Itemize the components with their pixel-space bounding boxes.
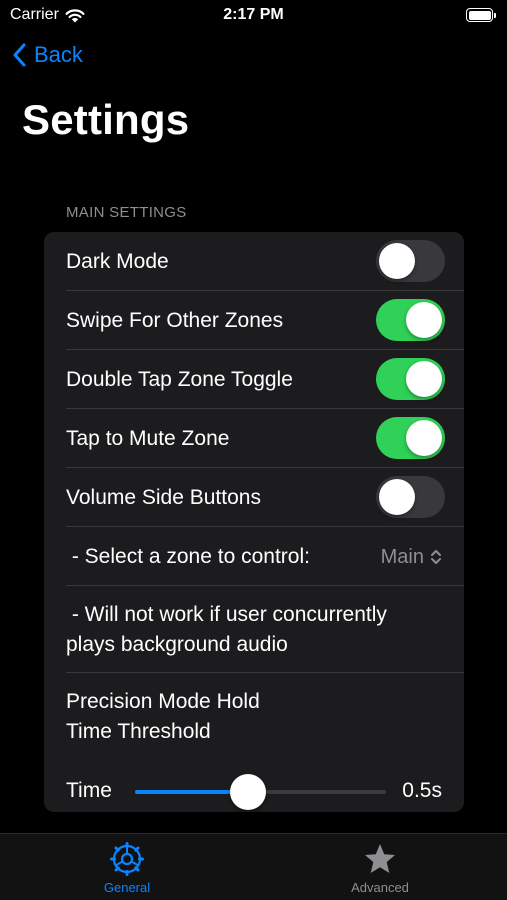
note-line-2: plays background audio [66, 633, 288, 656]
swipe-zones-toggle[interactable] [376, 299, 445, 341]
dark-mode-toggle[interactable] [376, 240, 445, 282]
zone-picker[interactable]: Main [381, 542, 442, 572]
status-bar: Carrier 2:17 PM [0, 0, 507, 34]
dark-mode-row: Dark Mode [44, 232, 464, 291]
dark-mode-label: Dark Mode [66, 250, 169, 273]
double-tap-label: Double Tap Zone Toggle [66, 368, 293, 391]
note-line-1: - Will not work if user concurrently [66, 603, 387, 626]
tab-general-label: General [103, 880, 151, 895]
battery-icon [466, 8, 496, 22]
double-tap-toggle[interactable] [376, 358, 445, 400]
volume-buttons-label: Volume Side Buttons [66, 486, 261, 509]
clock: 2:17 PM [223, 6, 284, 23]
precision-mode-header: Precision Mode Hold Time Threshold [44, 673, 464, 760]
time-slider-row: Time 0.5s [44, 760, 464, 812]
back-button[interactable]: Back [12, 42, 83, 68]
chevron-up-down-icon [431, 550, 441, 564]
select-zone-label: - Select a zone to control: [66, 545, 310, 568]
precision-line-2: Time Threshold [66, 720, 211, 743]
time-slider[interactable] [135, 774, 386, 810]
slider-thumb[interactable] [229, 774, 266, 810]
chevron-left-icon [13, 43, 26, 67]
gear-icon [110, 842, 144, 876]
section-header: MAIN SETTINGS [66, 204, 187, 221]
swipe-zones-label: Swipe For Other Zones [66, 309, 284, 332]
time-value: 0.5s [402, 779, 442, 802]
tab-bar: General Advanced [0, 833, 507, 900]
background-audio-note: - Will not work if user concurrently pla… [44, 586, 464, 673]
tab-advanced[interactable]: Advanced [320, 842, 440, 895]
volume-buttons-toggle[interactable] [376, 476, 445, 518]
tab-general[interactable]: General [67, 842, 187, 895]
settings-group: Dark Mode Swipe For Other Zones Double T… [44, 232, 464, 812]
double-tap-row: Double Tap Zone Toggle [44, 350, 464, 409]
zone-picker-value: Main [380, 546, 424, 568]
tap-mute-toggle[interactable] [376, 417, 445, 459]
time-label: Time [66, 779, 112, 802]
back-label: Back [34, 42, 83, 67]
swipe-zones-row: Swipe For Other Zones [44, 291, 464, 350]
precision-line-1: Precision Mode Hold [66, 690, 260, 713]
tab-advanced-label: Advanced [351, 880, 409, 895]
volume-buttons-row: Volume Side Buttons [44, 468, 464, 527]
star-icon [365, 844, 395, 873]
tap-mute-row: Tap to Mute Zone [44, 409, 464, 468]
page-title: Settings [22, 96, 190, 143]
select-zone-row[interactable]: - Select a zone to control: Main [44, 527, 464, 586]
tap-mute-label: Tap to Mute Zone [66, 427, 230, 450]
